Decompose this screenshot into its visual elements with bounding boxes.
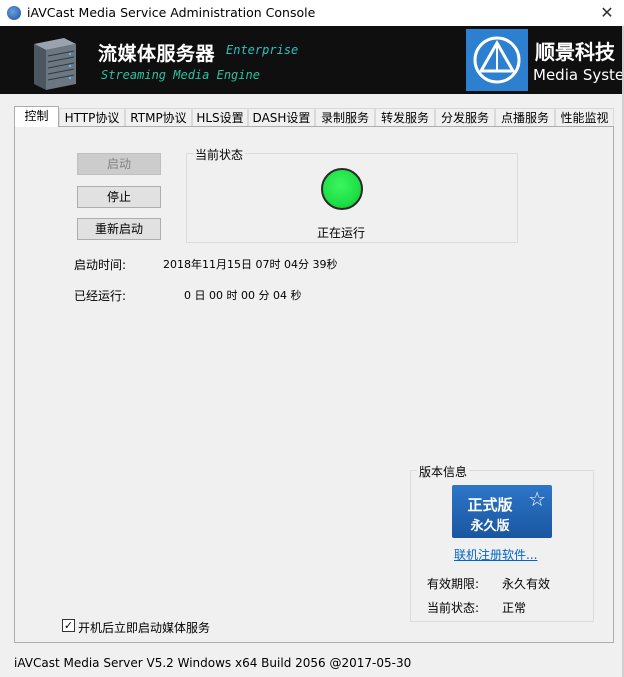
validity-value: 永久有效 <box>502 577 551 591</box>
banner: 流媒体服务器 Enterprise Streaming Media Engine <box>0 26 624 94</box>
app-icon <box>7 6 21 20</box>
company-name-en: Media Systems <box>533 66 624 84</box>
badge-term: 永久版 <box>470 519 510 534</box>
tab-record[interactable]: 录制服务 <box>315 108 375 126</box>
start-time-value: 2018年11月15日 07时 04分 39秒 <box>163 258 338 271</box>
uptime-value: 0 日 00 时 00 分 04 秒 <box>184 289 302 302</box>
running-indicator-icon <box>321 168 363 210</box>
banner-subtitle: Streaming Media Engine <box>101 68 260 82</box>
server-icon <box>34 38 76 90</box>
tab-vod[interactable]: 点播服务 <box>495 108 555 126</box>
tab-strip: 控制 HTTP协议 RTMP协议 HLS设置 DASH设置 录制服务 转发服务 … <box>14 106 614 127</box>
uptime-label: 已经运行: <box>74 289 127 303</box>
triangle-logo-icon <box>473 36 521 84</box>
tab-dash[interactable]: DASH设置 <box>248 108 315 126</box>
stop-button[interactable]: 停止 <box>77 186 161 208</box>
status-bar: iAVCast Media Server V5.2 Windows x64 Bu… <box>0 646 624 677</box>
start-time-label: 启动时间: <box>74 258 127 272</box>
status-text: 正在运行 <box>317 226 366 240</box>
tab-hls[interactable]: HLS设置 <box>192 108 248 126</box>
title-bar: iAVCast Media Service Administration Con… <box>0 0 624 27</box>
autostart-label[interactable]: 开机后立即启动媒体服务 <box>78 619 210 636</box>
close-button[interactable]: ✕ <box>590 0 624 26</box>
tab-rtmp[interactable]: RTMP协议 <box>125 108 192 126</box>
tab-distribute[interactable]: 分发服务 <box>435 108 495 126</box>
license-state-value: 正常 <box>502 601 527 615</box>
restart-button[interactable]: 重新启动 <box>77 218 161 240</box>
tab-http[interactable]: HTTP协议 <box>59 108 125 126</box>
version-group-title: 版本信息 <box>417 463 470 480</box>
badge-edition: 正式版 <box>467 496 513 514</box>
company-logo <box>466 29 528 91</box>
register-online-link[interactable]: 联机注册软件... <box>454 546 537 563</box>
status-group-title: 当前状态 <box>193 146 246 163</box>
banner-edition: Enterprise <box>226 43 299 57</box>
tab-control[interactable]: 控制 <box>14 106 59 127</box>
banner-title: 流媒体服务器 <box>98 43 216 65</box>
star-icon: ☆ <box>528 487 546 511</box>
license-badge: 正式版 永久版 ☆ <box>452 485 552 538</box>
window-title: iAVCast Media Service Administration Con… <box>27 5 316 20</box>
tab-monitor[interactable]: 性能监视 <box>555 108 614 126</box>
autostart-checkbox[interactable]: ✓ <box>62 619 75 632</box>
build-info: iAVCast Media Server V5.2 Windows x64 Bu… <box>14 656 412 670</box>
company-name-cn: 顺景科技 <box>535 40 615 64</box>
tab-forward[interactable]: 转发服务 <box>375 108 435 126</box>
validity-label: 有效期限: <box>427 577 480 591</box>
start-button[interactable]: 启动 <box>77 153 161 175</box>
license-state-label: 当前状态: <box>427 601 480 615</box>
